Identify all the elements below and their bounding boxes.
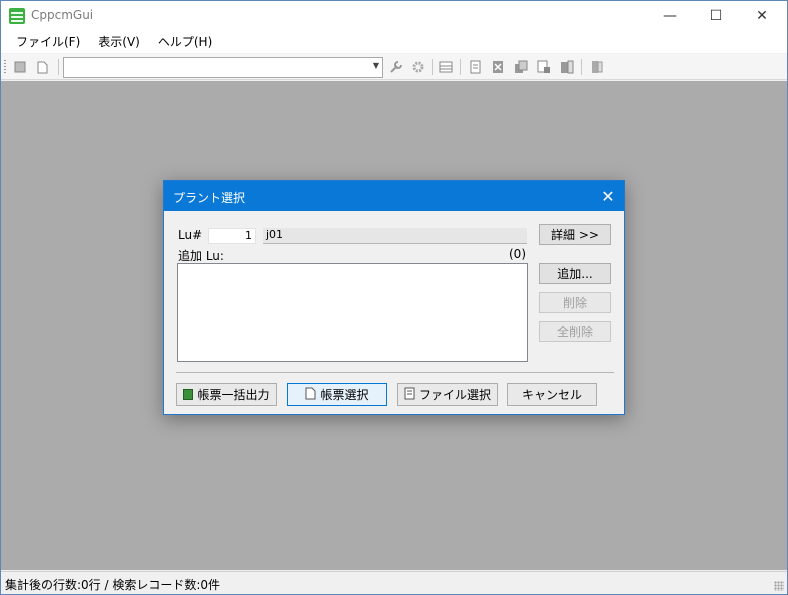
file-select-label: ファイル選択 [418,388,491,402]
lu-listbox[interactable] [177,263,528,362]
toolbar-separator [581,59,582,75]
status-bar: 集計後の行数:0行 / 検索レコード数:0件 [1,571,787,594]
menu-bar: ファイル(F) 表示(V) ヘルプ(H) [1,31,787,53]
menu-help[interactable]: ヘルプ(H) [149,31,221,53]
table-icon[interactable] [438,59,454,75]
dialog-close-icon[interactable]: ✕ [592,181,624,211]
wrench-icon[interactable] [388,59,404,75]
report-icon[interactable] [536,59,552,75]
excel-icon[interactable] [490,59,506,75]
toolbar-separator [58,59,59,75]
form-select-label: 帳票選択 [320,388,369,402]
toolbar-combobox[interactable]: ▼ [63,57,383,78]
details-button[interactable]: 詳細 >> [539,224,611,245]
close-button[interactable]: ✕ [739,1,785,31]
toolbar-separator [460,59,461,75]
bulk-output-button[interactable]: 帳票一括出力 [176,383,277,406]
form-select-button[interactable]: 帳票選択 [287,383,387,406]
cancel-button[interactable]: キャンセル [507,383,597,406]
plant-select-dialog: プラント選択 ✕ Lu# 1 j01 追加 Lu: (0) 詳細 >> 追加..… [163,180,625,415]
window-title: CppcmGui [31,8,94,22]
lu-number-field[interactable]: 1 [208,228,256,244]
app-logo-icon [9,8,25,24]
menu-file[interactable]: ファイル(F) [7,31,89,53]
excel-export-icon[interactable] [559,59,575,75]
file-select-button[interactable]: ファイル選択 [397,383,498,406]
delete-button[interactable]: 削除 [539,292,611,313]
new-document-icon [305,387,316,403]
bulk-output-icon [183,389,194,400]
count-label: (0) [509,247,526,261]
dialog-title-bar[interactable]: プラント選択 ✕ [164,181,624,211]
exit-icon[interactable] [589,59,605,75]
chevron-down-icon[interactable]: ▼ [373,61,379,70]
bulk-output-label: 帳票一括出力 [197,388,270,402]
add-lu-label: 追加 Lu: [178,249,224,263]
toolbar: ▼ [1,54,787,80]
document-icon [404,387,415,403]
dialog-divider [176,372,614,373]
minimize-button[interactable]: — [647,1,693,31]
toolbar-separator [432,59,433,75]
new-document-icon[interactable] [34,59,50,75]
dialog-title: プラント選択 [173,191,246,205]
copy-icon[interactable] [513,59,529,75]
toolbar-grip[interactable] [4,60,6,74]
menu-view[interactable]: 表示(V) [89,31,149,53]
grid-icon[interactable] [12,59,28,75]
lu-name-field: j01 [263,228,527,244]
lu-label: Lu# [178,228,203,242]
maximize-button[interactable]: ☐ [693,1,739,31]
title-bar: CppcmGui — ☐ ✕ [1,1,787,31]
gear-icon[interactable] [410,59,426,75]
resize-grip-icon[interactable] [774,581,784,591]
document-icon[interactable] [467,59,483,75]
add-button[interactable]: 追加... [539,263,611,284]
delete-all-button[interactable]: 全削除 [539,321,611,342]
status-text: 集計後の行数:0行 / 検索レコード数:0件 [5,578,221,592]
